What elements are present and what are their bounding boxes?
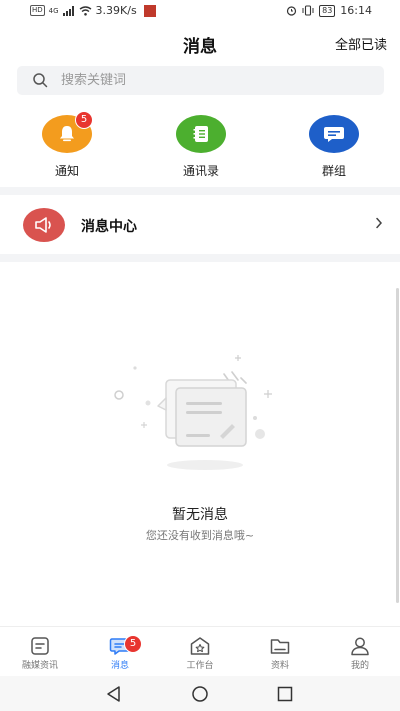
recents-icon[interactable]: [276, 685, 294, 703]
empty-state-subtitle: 您还没有收到消息哦~: [145, 529, 255, 542]
status-left: HD 4G 3.39K/s: [30, 4, 156, 17]
news-icon: [31, 637, 49, 655]
tab-files[interactable]: 资料: [240, 627, 320, 677]
address-book-icon: [193, 126, 208, 142]
quick-entry-label: 通知: [54, 164, 79, 178]
chevron-right-icon: [376, 217, 383, 229]
tab-workbench[interactable]: 工作台: [160, 627, 240, 677]
tab-label: 工作台: [186, 661, 214, 671]
scrollbar[interactable]: [396, 288, 399, 603]
header: 消息 全部已读: [0, 24, 400, 62]
section-divider: [0, 254, 400, 262]
search-input[interactable]: [61, 66, 361, 95]
tab-news[interactable]: 融媒资讯: [0, 627, 80, 677]
quick-entries: 5 通知 通讯录 群组: [0, 111, 400, 185]
bell-icon: [60, 126, 74, 142]
system-nav-bar: [0, 676, 400, 711]
clock: 16:14: [340, 4, 372, 17]
home-icon[interactable]: [191, 685, 209, 703]
mark-all-read-button[interactable]: 全部已读: [335, 34, 387, 53]
contacts-circle: [176, 115, 226, 153]
quick-entry-label: 群组: [321, 164, 346, 178]
vibrate-icon: [302, 5, 314, 16]
section-divider: [0, 187, 400, 195]
tab-mine[interactable]: 我的: [320, 627, 400, 677]
status-right: 83 16:14: [286, 4, 372, 17]
battery-icon: 83: [319, 4, 336, 17]
search-box[interactable]: [17, 66, 384, 95]
network-type: 4G: [48, 6, 59, 15]
network-speed: 3.39K/s: [95, 4, 137, 17]
app-notification-icon: [143, 4, 156, 17]
tab-label: 融媒资讯: [21, 661, 58, 671]
quick-entry-notice[interactable]: 5 通知: [22, 111, 112, 179]
tab-label: 我的: [350, 661, 369, 671]
status-bar: HD 4G 3.39K/s 83 16:14: [0, 0, 400, 22]
speaker-icon: [35, 217, 51, 233]
empty-messages-illustration: [114, 355, 272, 470]
bottom-tab-bar: 融媒资讯 5 消息 工作台 资料 我的: [0, 626, 400, 677]
back-icon[interactable]: [105, 685, 123, 703]
hd-indicator: HD: [30, 5, 45, 16]
message-center-label: 消息中心: [81, 219, 137, 235]
quick-entry-contacts[interactable]: 通讯录: [156, 115, 246, 179]
tab-label: 资料: [270, 661, 289, 671]
alarm-icon: [287, 6, 297, 16]
messages-tab-badge: 5: [124, 635, 142, 653]
message-center-circle: [23, 208, 65, 242]
quick-entry-groups[interactable]: 群组: [289, 115, 379, 179]
quick-entry-label: 通讯录: [182, 164, 219, 178]
chat-bubble-icon: [324, 127, 344, 142]
notice-badge: 5: [75, 111, 93, 129]
user-icon: [351, 637, 369, 656]
signal-icon: [62, 5, 74, 16]
empty-state-title: 暂无消息: [172, 507, 228, 523]
notice-circle: 5: [42, 111, 93, 153]
tab-messages[interactable]: 5 消息: [80, 627, 160, 677]
tab-label: 消息: [110, 661, 129, 671]
tab-icon-wrap: 5: [109, 635, 142, 657]
workbench-icon: [190, 637, 210, 655]
wifi-icon: [79, 5, 91, 16]
groups-circle: [309, 115, 359, 153]
folder-icon: [270, 639, 290, 654]
message-center-row[interactable]: 消息中心: [0, 196, 400, 254]
search-icon: [33, 73, 48, 88]
